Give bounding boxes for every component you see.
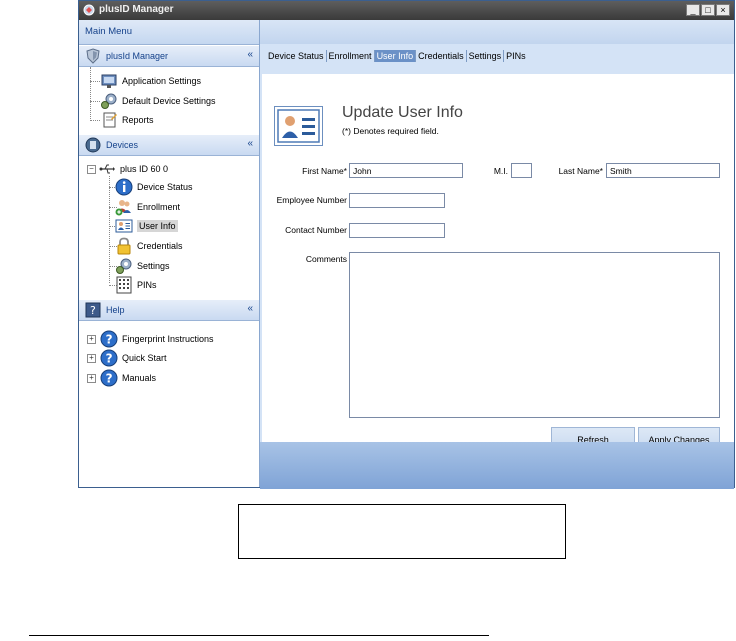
page-title: Update User Info bbox=[342, 104, 463, 121]
first-name-input[interactable] bbox=[349, 163, 463, 178]
app-icon bbox=[83, 4, 95, 16]
first-name-label: First Name* bbox=[302, 166, 347, 176]
nav-item-enrollment[interactable]: Enrollment bbox=[115, 198, 180, 216]
comments-label: Comments bbox=[305, 254, 347, 264]
report-icon bbox=[103, 112, 117, 128]
section-label: plusId Manager bbox=[106, 51, 169, 61]
section-label: Help bbox=[106, 305, 125, 315]
app-window: plusID Manager _ □ × Main Menu plusId Ma… bbox=[78, 0, 735, 489]
tree-expander[interactable]: + bbox=[87, 374, 96, 383]
info-icon bbox=[115, 178, 133, 196]
left-nav: Main Menu plusId Manager « Application S… bbox=[79, 20, 260, 487]
svg-text:?: ? bbox=[106, 333, 113, 347]
content-area: Device Status Enrollment User Info Crede… bbox=[260, 20, 734, 489]
last-name-input[interactable] bbox=[606, 163, 720, 178]
tree-expander[interactable]: − bbox=[87, 165, 96, 174]
devices-icon bbox=[85, 137, 101, 153]
tab-enrollment[interactable]: Enrollment bbox=[327, 50, 375, 62]
contact-number-label: Contact Number bbox=[285, 225, 347, 235]
title-bar[interactable]: plusID Manager _ □ × bbox=[79, 1, 734, 20]
help-icon: ? bbox=[100, 349, 118, 367]
section-label: Devices bbox=[106, 140, 139, 150]
svg-text:?: ? bbox=[106, 372, 113, 386]
section-body-devices: − plus ID 60 0 Device Status Enrollment … bbox=[79, 156, 259, 299]
close-button[interactable]: × bbox=[716, 4, 730, 16]
nav-item-quick-start[interactable]: ? Quick Start bbox=[100, 349, 167, 367]
required-note: (*) Denotes required field. bbox=[342, 126, 439, 136]
tab-credentials[interactable]: Credentials bbox=[416, 50, 467, 62]
nav-item-default-device-settings[interactable]: Default Device Settings bbox=[100, 92, 216, 110]
tree-expander[interactable]: + bbox=[87, 335, 96, 344]
maximize-button[interactable]: □ bbox=[701, 4, 715, 16]
svg-text:?: ? bbox=[106, 352, 113, 366]
employee-number-label: Employee Number bbox=[276, 195, 347, 205]
comments-textarea[interactable] bbox=[349, 252, 720, 418]
nav-item-settings[interactable]: Settings bbox=[115, 257, 170, 275]
nav-item-manuals[interactable]: ? Manuals bbox=[100, 369, 156, 387]
nav-item-pins[interactable]: PINs bbox=[115, 276, 157, 294]
section-body-help: + + + ? Fingerprint Instructions ? Quick… bbox=[79, 321, 259, 401]
tab-strip: Device Status Enrollment User Info Crede… bbox=[266, 50, 528, 62]
mi-input[interactable] bbox=[511, 163, 532, 178]
svg-text:?: ? bbox=[90, 304, 96, 317]
help-icon: ? bbox=[100, 369, 118, 387]
section-help[interactable]: ? Help « bbox=[79, 299, 259, 321]
user-info-panel: Update User Info (*) Denotes required fi… bbox=[262, 74, 734, 442]
keypad-icon bbox=[116, 276, 132, 294]
collapse-icon[interactable]: « bbox=[247, 138, 253, 149]
window-title: plusID Manager bbox=[99, 4, 174, 15]
enroll-users-icon bbox=[115, 200, 131, 216]
gears-icon bbox=[116, 258, 132, 274]
nav-item-fingerprint-instructions[interactable]: ? Fingerprint Instructions bbox=[100, 330, 214, 348]
last-name-label: Last Name* bbox=[558, 166, 603, 176]
tab-device-status[interactable]: Device Status bbox=[266, 50, 327, 62]
shield-icon bbox=[86, 48, 100, 64]
nav-item-user-info[interactable]: User Info bbox=[115, 217, 178, 235]
nav-item-device-status[interactable]: Device Status bbox=[115, 178, 193, 196]
tree-expander[interactable]: + bbox=[87, 354, 96, 363]
user-card-header-icon bbox=[274, 106, 323, 146]
collapse-icon[interactable]: « bbox=[247, 49, 253, 60]
tab-user-info[interactable]: User Info bbox=[374, 50, 417, 62]
tab-settings[interactable]: Settings bbox=[467, 50, 505, 62]
annotation-box bbox=[238, 504, 566, 559]
nav-item-application-settings[interactable]: Application Settings bbox=[100, 72, 201, 90]
main-menu-header: Main Menu bbox=[79, 20, 259, 45]
section-body-plusid: Application Settings Default Device Sett… bbox=[79, 67, 259, 134]
section-plusid-manager[interactable]: plusId Manager « bbox=[79, 45, 259, 67]
help-icon: ? bbox=[100, 330, 118, 348]
mi-label: M.I. bbox=[493, 166, 508, 176]
nav-item-credentials[interactable]: Credentials bbox=[115, 237, 183, 255]
lock-icon bbox=[117, 237, 131, 255]
help-book-icon: ? bbox=[85, 302, 101, 318]
nav-item-reports[interactable]: Reports bbox=[100, 111, 154, 129]
footer-rule bbox=[29, 635, 489, 636]
gears-icon bbox=[101, 93, 117, 109]
user-card-icon bbox=[115, 219, 133, 233]
section-devices[interactable]: Devices « bbox=[79, 134, 259, 156]
usb-icon bbox=[99, 164, 115, 174]
bottom-band bbox=[260, 442, 734, 489]
monitor-icon bbox=[101, 74, 117, 88]
employee-number-input[interactable] bbox=[349, 193, 445, 208]
tab-pins[interactable]: PINs bbox=[504, 50, 528, 62]
minimize-button[interactable]: _ bbox=[686, 4, 700, 16]
collapse-icon[interactable]: « bbox=[247, 303, 253, 314]
contact-number-input[interactable] bbox=[349, 223, 445, 238]
